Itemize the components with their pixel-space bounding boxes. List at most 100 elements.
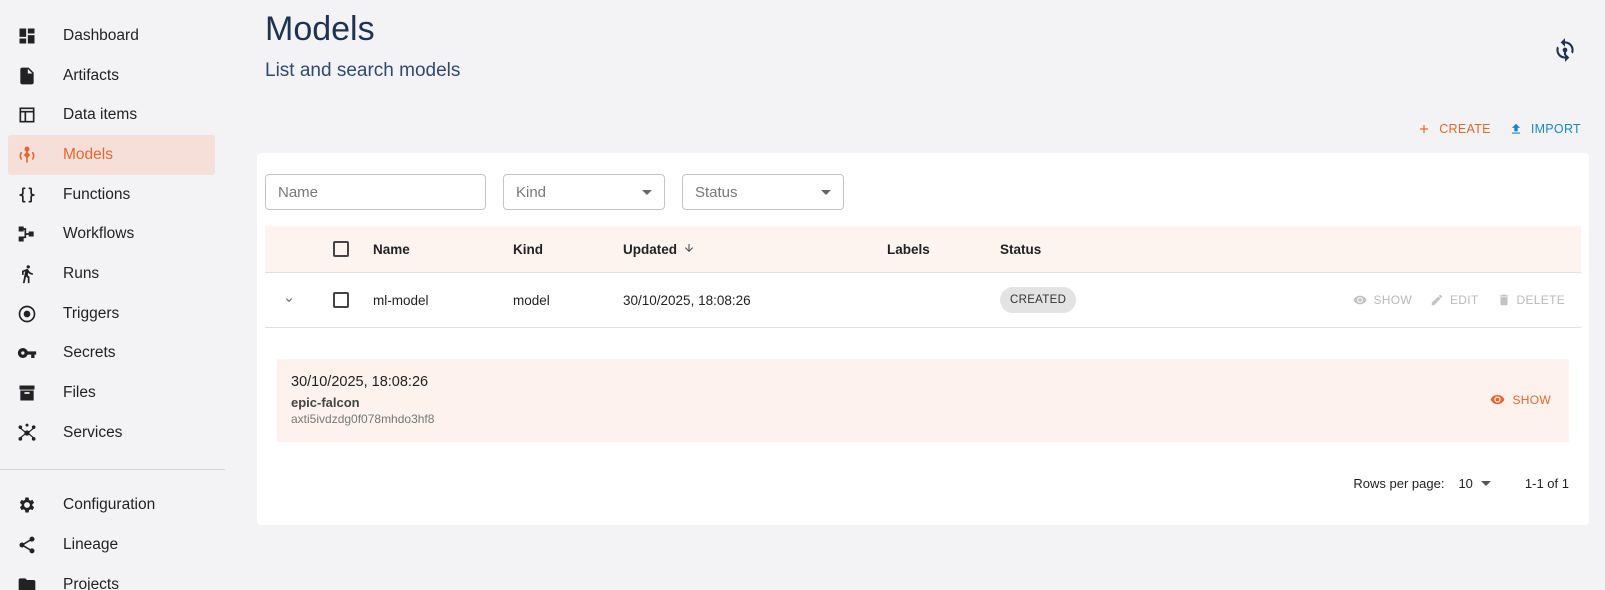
sidebar-item-secrets[interactable]: Secrets — [8, 334, 215, 374]
kind-filter-select[interactable]: Kind — [503, 174, 665, 210]
sidebar-item-label: Runs — [63, 264, 100, 282]
caret-down-icon — [1480, 481, 1491, 486]
archive-icon — [17, 383, 37, 403]
create-button[interactable]: CREATE — [1417, 122, 1491, 136]
status-filter-select[interactable]: Status — [682, 174, 844, 210]
share-icon — [17, 535, 37, 555]
rows-per-page-value: 10 — [1458, 476, 1473, 491]
version-detail-panel: 30/10/2025, 18:08:26 epic-falcon axti5iv… — [277, 359, 1569, 442]
status-badge: CREATED — [1000, 287, 1077, 313]
row-checkbox[interactable] — [333, 292, 349, 308]
table-row[interactable]: ml-model model 30/10/2025, 18:08:26 CREA… — [265, 273, 1581, 328]
rows-per-page-select[interactable]: 10 — [1458, 476, 1491, 491]
upload-icon — [1511, 123, 1520, 134]
row-select-cell — [313, 292, 369, 308]
runner-icon — [17, 264, 37, 284]
pagination: Rows per page: 10 1-1 of 1 — [1353, 476, 1569, 491]
sidebar-item-label: Triggers — [63, 304, 120, 322]
create-label: CREATE — [1439, 122, 1491, 136]
column-header-updated[interactable]: Updated — [623, 242, 887, 257]
sidebar-item-label: Configuration — [63, 496, 156, 514]
sidebar-item-lineage[interactable]: Lineage — [8, 525, 215, 565]
edit-button[interactable]: EDIT — [1430, 293, 1479, 307]
sidebar-item-data-items[interactable]: Data items — [8, 95, 215, 135]
sidebar-item-projects[interactable]: Projects — [8, 565, 215, 590]
version-show-button[interactable]: SHOW — [1490, 392, 1551, 407]
sidebar: Dashboard Artifacts Data items Models Fu… — [0, 0, 225, 590]
sidebar-item-runs[interactable]: Runs — [8, 254, 215, 294]
pencil-icon — [1431, 294, 1443, 306]
row-actions: SHOW EDIT DELETE — [1200, 293, 1581, 307]
caret-down-icon — [821, 189, 831, 195]
sidebar-item-label: Secrets — [63, 344, 116, 362]
sidebar-item-services[interactable]: Services — [8, 413, 215, 453]
trash-icon — [1499, 294, 1508, 306]
filters: Kind Status — [265, 174, 844, 210]
import-label: IMPORT — [1530, 122, 1581, 136]
delete-button[interactable]: DELETE — [1497, 293, 1565, 307]
version-name: epic-falcon — [291, 395, 360, 410]
column-header-status[interactable]: Status — [1000, 242, 1200, 257]
caret-down-icon — [642, 189, 652, 195]
sidebar-secondary-nav: Configuration Lineage Projects — [0, 486, 225, 590]
sidebar-item-files[interactable]: Files — [8, 373, 215, 413]
sidebar-item-functions[interactable]: Functions — [8, 175, 215, 215]
dashboard-icon — [17, 26, 37, 46]
select-all-checkbox[interactable] — [333, 241, 349, 257]
folder-icon — [17, 575, 37, 590]
sidebar-item-label: Models — [63, 145, 113, 163]
workflow-icon — [17, 224, 37, 244]
row-updated: 30/10/2025, 18:08:26 — [623, 292, 751, 308]
edit-label: EDIT — [1449, 293, 1479, 307]
sidebar-item-dashboard[interactable]: Dashboard — [8, 16, 215, 56]
sidebar-item-label: Projects — [63, 575, 119, 590]
models-table: Name Kind Updated Labels Status ml-model… — [265, 226, 1581, 328]
target-icon — [17, 304, 37, 324]
show-button[interactable]: SHOW — [1353, 293, 1412, 307]
version-date: 30/10/2025, 18:08:26 — [291, 374, 429, 390]
chevron-down-icon[interactable] — [283, 294, 295, 306]
rows-per-page-label: Rows per page: — [1353, 476, 1445, 491]
eye-icon — [1491, 394, 1505, 405]
plus-icon — [1420, 124, 1429, 134]
expand-cell — [265, 294, 313, 306]
sidebar-item-artifacts[interactable]: Artifacts — [8, 56, 215, 96]
column-header-name[interactable]: Name — [369, 242, 513, 257]
sidebar-item-triggers[interactable]: Triggers — [8, 294, 215, 334]
page-subtitle: List and search models — [265, 60, 461, 81]
table-header: Name Kind Updated Labels Status — [265, 226, 1581, 273]
gear-icon — [17, 495, 37, 515]
sidebar-item-configuration[interactable]: Configuration — [8, 486, 215, 526]
pagination-range: 1-1 of 1 — [1524, 476, 1569, 491]
sidebar-item-label: Dashboard — [63, 26, 139, 44]
sidebar-divider — [0, 468, 225, 470]
sidebar-item-workflows[interactable]: Workflows — [8, 214, 215, 254]
import-button[interactable]: IMPORT — [1509, 122, 1581, 136]
page-title: Models — [265, 10, 375, 48]
name-filter-input[interactable] — [265, 174, 486, 210]
version-show-label: SHOW — [1512, 392, 1551, 407]
key-icon — [17, 343, 37, 363]
version-id: axti5ivdzdg0f078mhdo3hf8 — [291, 412, 435, 426]
sidebar-nav: Dashboard Artifacts Data items Models Fu… — [0, 0, 225, 453]
sidebar-item-models[interactable]: Models — [8, 135, 215, 175]
hub-icon — [17, 423, 37, 443]
sidebar-item-label: Lineage — [63, 536, 119, 554]
refresh-button[interactable] — [1550, 35, 1580, 65]
column-header-labels: Labels — [887, 241, 930, 257]
sidebar-item-label: Artifacts — [63, 66, 119, 84]
top-actions: CREATE IMPORT — [1417, 122, 1581, 136]
column-header-kind[interactable]: Kind — [513, 242, 623, 257]
select-all-cell — [313, 241, 369, 257]
arrow-down-icon — [683, 242, 695, 257]
models-card: Kind Status Name Kind Updated Labels Sta… — [257, 153, 1589, 525]
delete-label: DELETE — [1516, 293, 1565, 307]
sidebar-item-label: Services — [63, 423, 123, 441]
row-status-cell: CREATED — [1000, 287, 1200, 313]
status-filter-placeholder: Status — [695, 183, 738, 201]
kind-filter-placeholder: Kind — [516, 183, 547, 201]
eye-icon — [1354, 295, 1367, 305]
braces-icon — [17, 185, 37, 205]
file-icon — [17, 66, 37, 86]
sidebar-item-label: Workflows — [63, 225, 135, 243]
